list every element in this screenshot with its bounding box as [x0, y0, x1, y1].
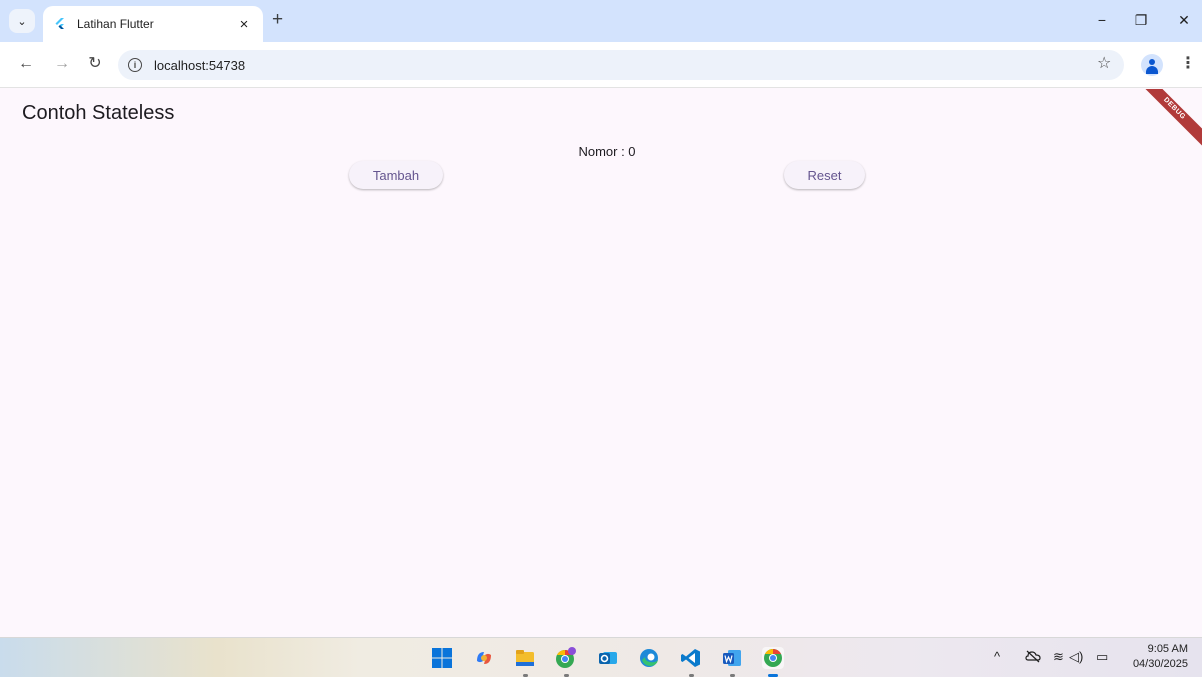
flutter-icon — [53, 17, 67, 31]
back-icon[interactable]: ← — [16, 54, 36, 74]
file-explorer-icon[interactable] — [514, 647, 536, 669]
tab-search-button[interactable]: ⌄ — [9, 9, 35, 33]
windows-start-icon[interactable] — [431, 647, 453, 669]
wifi-icon[interactable]: ≋ — [1053, 649, 1064, 665]
clock-time: 9:05 AM — [1147, 643, 1188, 655]
battery-icon[interactable]: ▭ — [1096, 649, 1108, 665]
chrome-badge-icon[interactable] — [555, 647, 577, 669]
debug-banner: DEBUG — [1134, 89, 1202, 149]
copilot-icon[interactable] — [473, 647, 495, 669]
minimize-icon[interactable]: − — [1094, 12, 1110, 28]
profile-head — [1149, 59, 1155, 65]
system-clock[interactable]: 9:05 AM 04/30/2025 — [1133, 642, 1188, 672]
page-title: Contoh Stateless — [22, 102, 175, 124]
reload-icon[interactable]: ↻ — [85, 54, 105, 74]
browser-tab-strip: ⌄ Latihan Flutter × + − ❐ ✕ — [0, 0, 1202, 42]
forward-icon[interactable]: → — [52, 54, 72, 74]
url-text[interactable]: localhost:54738 — [154, 58, 245, 73]
word-icon[interactable] — [721, 647, 743, 669]
volume-icon[interactable]: ◁) — [1069, 649, 1083, 665]
address-bar[interactable]: i localhost:54738 — [118, 50, 1124, 80]
browser-tab[interactable]: Latihan Flutter × — [43, 6, 263, 42]
reset-button[interactable]: Reset — [784, 161, 865, 189]
tray-chevron-icon[interactable]: ^ — [994, 649, 1000, 665]
site-info-icon[interactable]: i — [128, 58, 142, 72]
tab-title: Latihan Flutter — [77, 17, 154, 31]
close-window-icon[interactable]: ✕ — [1176, 12, 1192, 28]
new-tab-icon[interactable]: + — [272, 10, 283, 29]
app-content: Contoh Stateless Nomor : 0 Tambah Reset … — [0, 89, 1202, 637]
vscode-icon[interactable] — [680, 647, 702, 669]
restore-icon[interactable]: ❐ — [1133, 12, 1149, 28]
outlook-icon[interactable] — [597, 647, 619, 669]
onedrive-icon[interactable] — [1025, 649, 1041, 667]
taskbar: ^ ≋ ◁) ▭ 9:05 AM 04/30/2025 — [0, 637, 1202, 677]
chrome-icon[interactable] — [762, 647, 784, 669]
counter-text: Nomor : 0 — [578, 144, 636, 159]
profile-avatar-icon[interactable] — [1141, 54, 1163, 76]
close-tab-icon[interactable]: × — [235, 16, 253, 33]
clock-date: 04/30/2025 — [1132, 658, 1188, 670]
browser-toolbar: ← → ↻ i localhost:54738 ☆ ⋮ — [0, 42, 1202, 88]
profile-body — [1146, 66, 1158, 74]
tambah-button[interactable]: Tambah — [349, 161, 443, 189]
bookmark-star-icon[interactable]: ☆ — [1097, 55, 1111, 73]
chevron-down-icon: ⌄ — [17, 15, 27, 28]
more-menu-icon[interactable]: ⋮ — [1180, 54, 1196, 74]
edge-icon[interactable] — [638, 647, 660, 669]
